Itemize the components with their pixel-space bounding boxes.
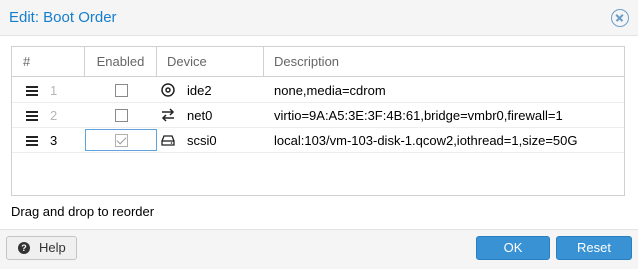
help-button-label: Help: [39, 240, 66, 255]
table-row[interactable]: 3 scsi0 local:103/vm-103-disk-1.qcow2,io…: [12, 128, 624, 153]
reorder-hint: Drag and drop to reorder: [11, 204, 155, 219]
question-icon: ?: [18, 242, 30, 254]
device-name: net0: [187, 108, 213, 123]
column-header-order[interactable]: #: [12, 47, 85, 77]
table-row[interactable]: 2 net0 virtio=9A:A5:3E:3F:4B:61,bridge=v…: [12, 103, 624, 128]
device-name: ide2: [187, 83, 212, 98]
table-row[interactable]: 1 ide2 none,media=cdrom: [12, 78, 624, 103]
disc-icon: [161, 83, 175, 97]
boot-order-number: 2: [50, 108, 58, 123]
help-button[interactable]: ? Help: [6, 236, 77, 260]
boot-order-grid: # Enabled Device Description 1 ide2 none…: [11, 46, 625, 196]
dialog-button-bar: ? Help OK Reset: [0, 229, 638, 269]
enabled-checkbox[interactable]: [115, 134, 128, 147]
device-description: virtio=9A:A5:3E:3F:4B:61,bridge=vmbr0,fi…: [274, 108, 563, 123]
close-icon[interactable]: [611, 9, 629, 27]
boot-order-number: 3: [50, 133, 58, 148]
reset-button[interactable]: Reset: [556, 236, 632, 260]
device-description: none,media=cdrom: [274, 83, 386, 98]
column-header-enabled[interactable]: Enabled: [85, 47, 157, 77]
enabled-checkbox[interactable]: [115, 109, 128, 122]
boot-order-number: 1: [50, 83, 58, 98]
column-header-description[interactable]: Description: [264, 47, 624, 77]
network-exchange-icon: [161, 108, 175, 122]
ok-button[interactable]: OK: [476, 236, 550, 260]
column-header-device[interactable]: Device: [157, 47, 264, 77]
hdd-icon: [161, 135, 175, 146]
dialog-titlebar: Edit: Boot Order: [0, 0, 638, 36]
device-description: local:103/vm-103-disk-1.qcow2,iothread=1…: [274, 133, 578, 148]
dialog-title: Edit: Boot Order: [9, 9, 117, 26]
device-name: scsi0: [187, 133, 217, 148]
drag-handle-icon[interactable]: [26, 111, 38, 121]
drag-handle-icon[interactable]: [26, 136, 38, 146]
drag-handle-icon[interactable]: [26, 86, 38, 96]
enabled-checkbox[interactable]: [115, 84, 128, 97]
grid-header: # Enabled Device Description: [12, 47, 624, 77]
